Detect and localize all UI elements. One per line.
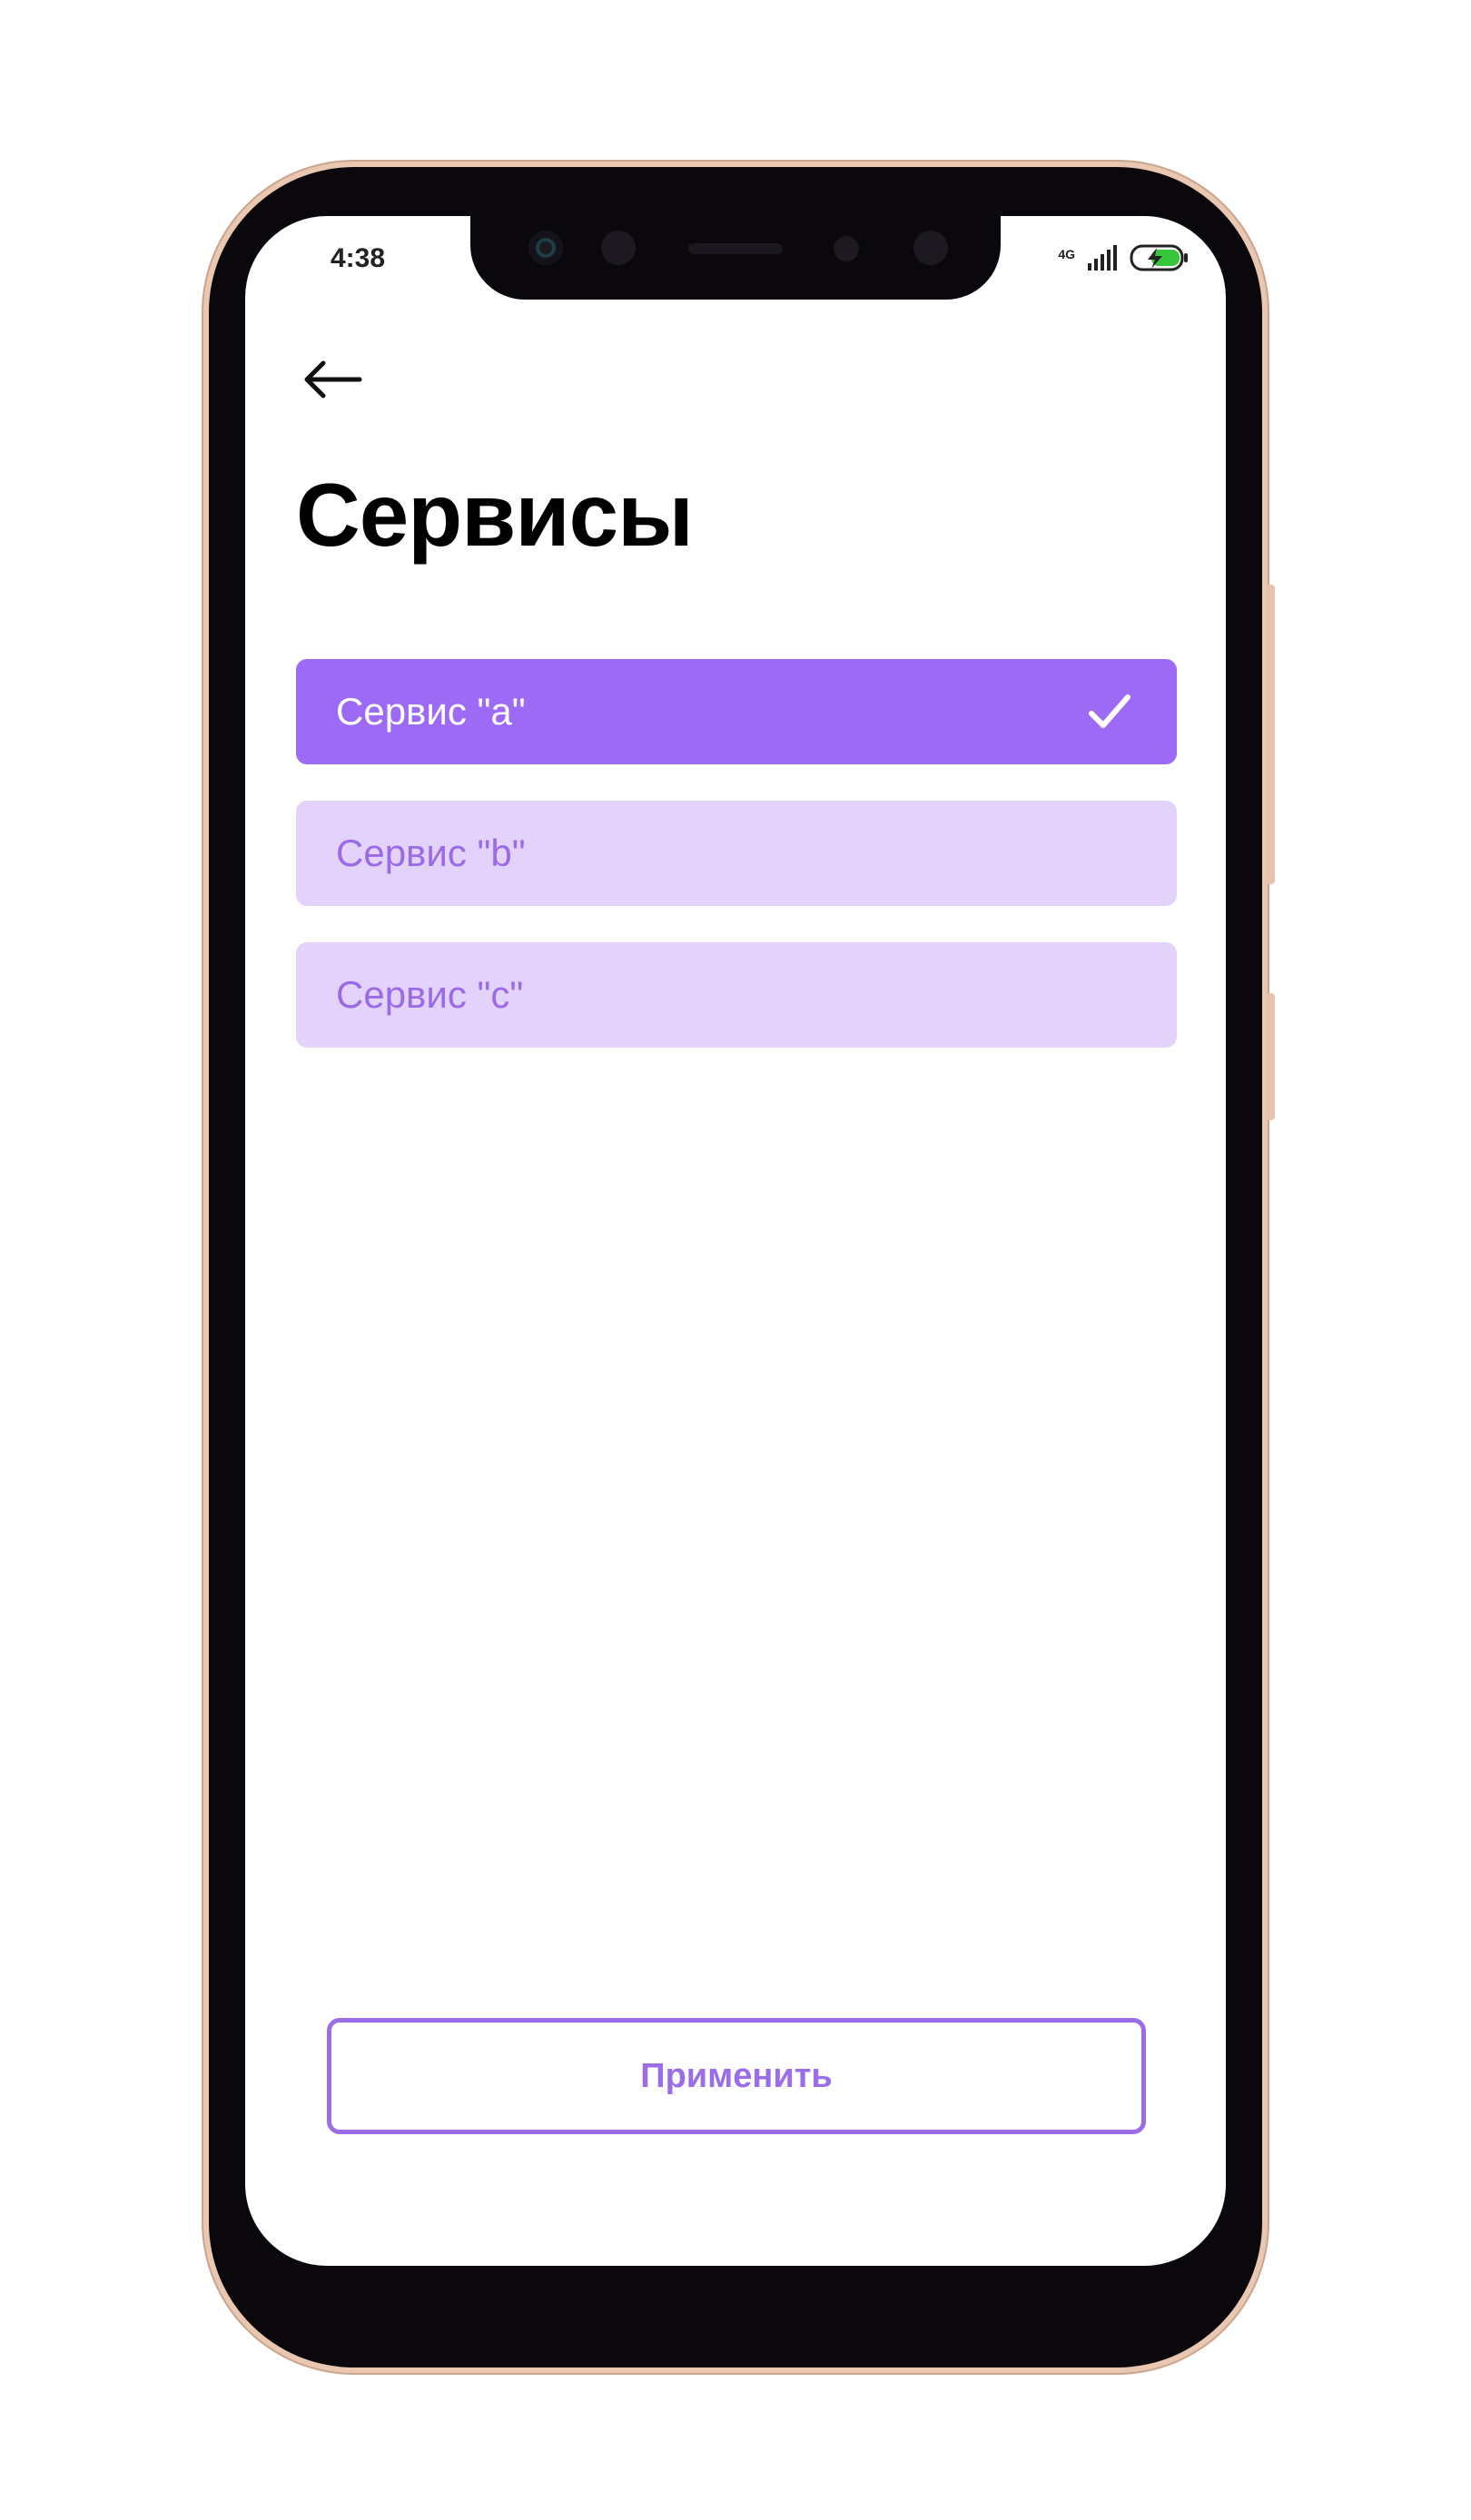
- signal-icon: [1086, 244, 1119, 275]
- status-time: 4:38: [331, 243, 386, 273]
- sensor: [601, 231, 636, 265]
- page-title: Сервисы: [296, 465, 694, 565]
- phone-frame: 4:38 4G Сервисы Сервис "a" Сервис "b" Се…: [209, 167, 1275, 2367]
- screen: 4:38 4G Сервисы Сервис "a" Сервис "b" Се…: [245, 216, 1226, 2266]
- sensor: [913, 231, 948, 265]
- network-type-label: 4G: [1058, 247, 1075, 261]
- notch: [470, 216, 1001, 300]
- service-option-b[interactable]: Сервис "b": [296, 801, 1177, 906]
- arrow-left-icon: [304, 360, 362, 399]
- sensor: [834, 236, 859, 261]
- service-option-label: Сервис "c": [336, 973, 524, 1016]
- service-option-label: Сервис "b": [336, 832, 526, 874]
- earpiece-speaker: [688, 243, 783, 254]
- battery-charging-icon: [1130, 244, 1190, 276]
- service-option-label: Сервис "a": [336, 690, 526, 733]
- service-option-a[interactable]: Сервис "a": [296, 659, 1177, 764]
- front-camera: [528, 231, 563, 265]
- service-option-c[interactable]: Сервис "c": [296, 942, 1177, 1048]
- volume-button: [1266, 585, 1275, 884]
- status-icons: 4G: [1058, 243, 1190, 276]
- check-icon: [1089, 694, 1130, 728]
- service-list: Сервис "a" Сервис "b" Сервис "c": [296, 659, 1177, 1084]
- back-button[interactable]: [296, 343, 369, 416]
- apply-button[interactable]: Применить: [327, 2018, 1146, 2134]
- power-button: [1266, 993, 1275, 1120]
